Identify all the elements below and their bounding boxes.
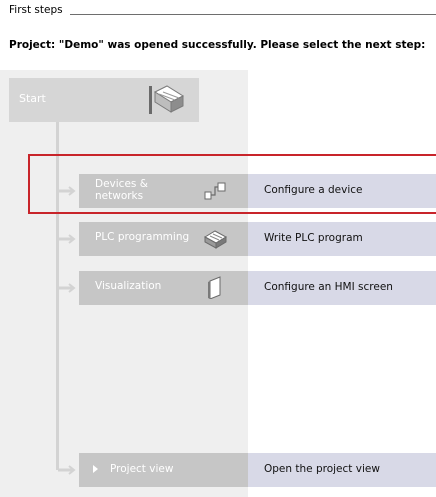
open-project-view-label: Open the project view bbox=[264, 463, 380, 475]
highlight-frame bbox=[28, 154, 436, 214]
project-view-label: Project view bbox=[110, 463, 174, 475]
project-status-message: Project: "Demo" was opened successfully.… bbox=[9, 39, 426, 51]
configure-hmi-link[interactable]: Configure an HMI screen bbox=[248, 271, 436, 305]
visualization-button[interactable]: Visualization bbox=[79, 271, 248, 305]
arrow-icon bbox=[58, 283, 76, 293]
open-project-view-link[interactable]: Open the project view bbox=[248, 453, 436, 487]
write-plc-program-link[interactable]: Write PLC program bbox=[248, 222, 436, 256]
header-title: First steps bbox=[9, 4, 63, 16]
start-portal-icon bbox=[149, 85, 185, 114]
start-button[interactable]: Start bbox=[9, 78, 199, 122]
write-plc-program-label: Write PLC program bbox=[264, 232, 363, 244]
start-label: Start bbox=[19, 92, 46, 105]
visualization-icon bbox=[208, 276, 221, 299]
project-view-button[interactable]: Project view bbox=[79, 453, 248, 487]
header-divider bbox=[70, 14, 436, 15]
visualization-label: Visualization bbox=[95, 280, 162, 292]
plc-programming-button[interactable]: PLC programming bbox=[79, 222, 248, 256]
plc-programming-label: PLC programming bbox=[95, 231, 190, 243]
plc-programming-icon bbox=[203, 230, 228, 249]
play-icon bbox=[93, 465, 98, 473]
first-steps-header: First steps bbox=[0, 0, 436, 24]
arrow-icon bbox=[58, 465, 76, 475]
configure-hmi-label: Configure an HMI screen bbox=[264, 281, 393, 293]
arrow-icon bbox=[58, 234, 76, 244]
